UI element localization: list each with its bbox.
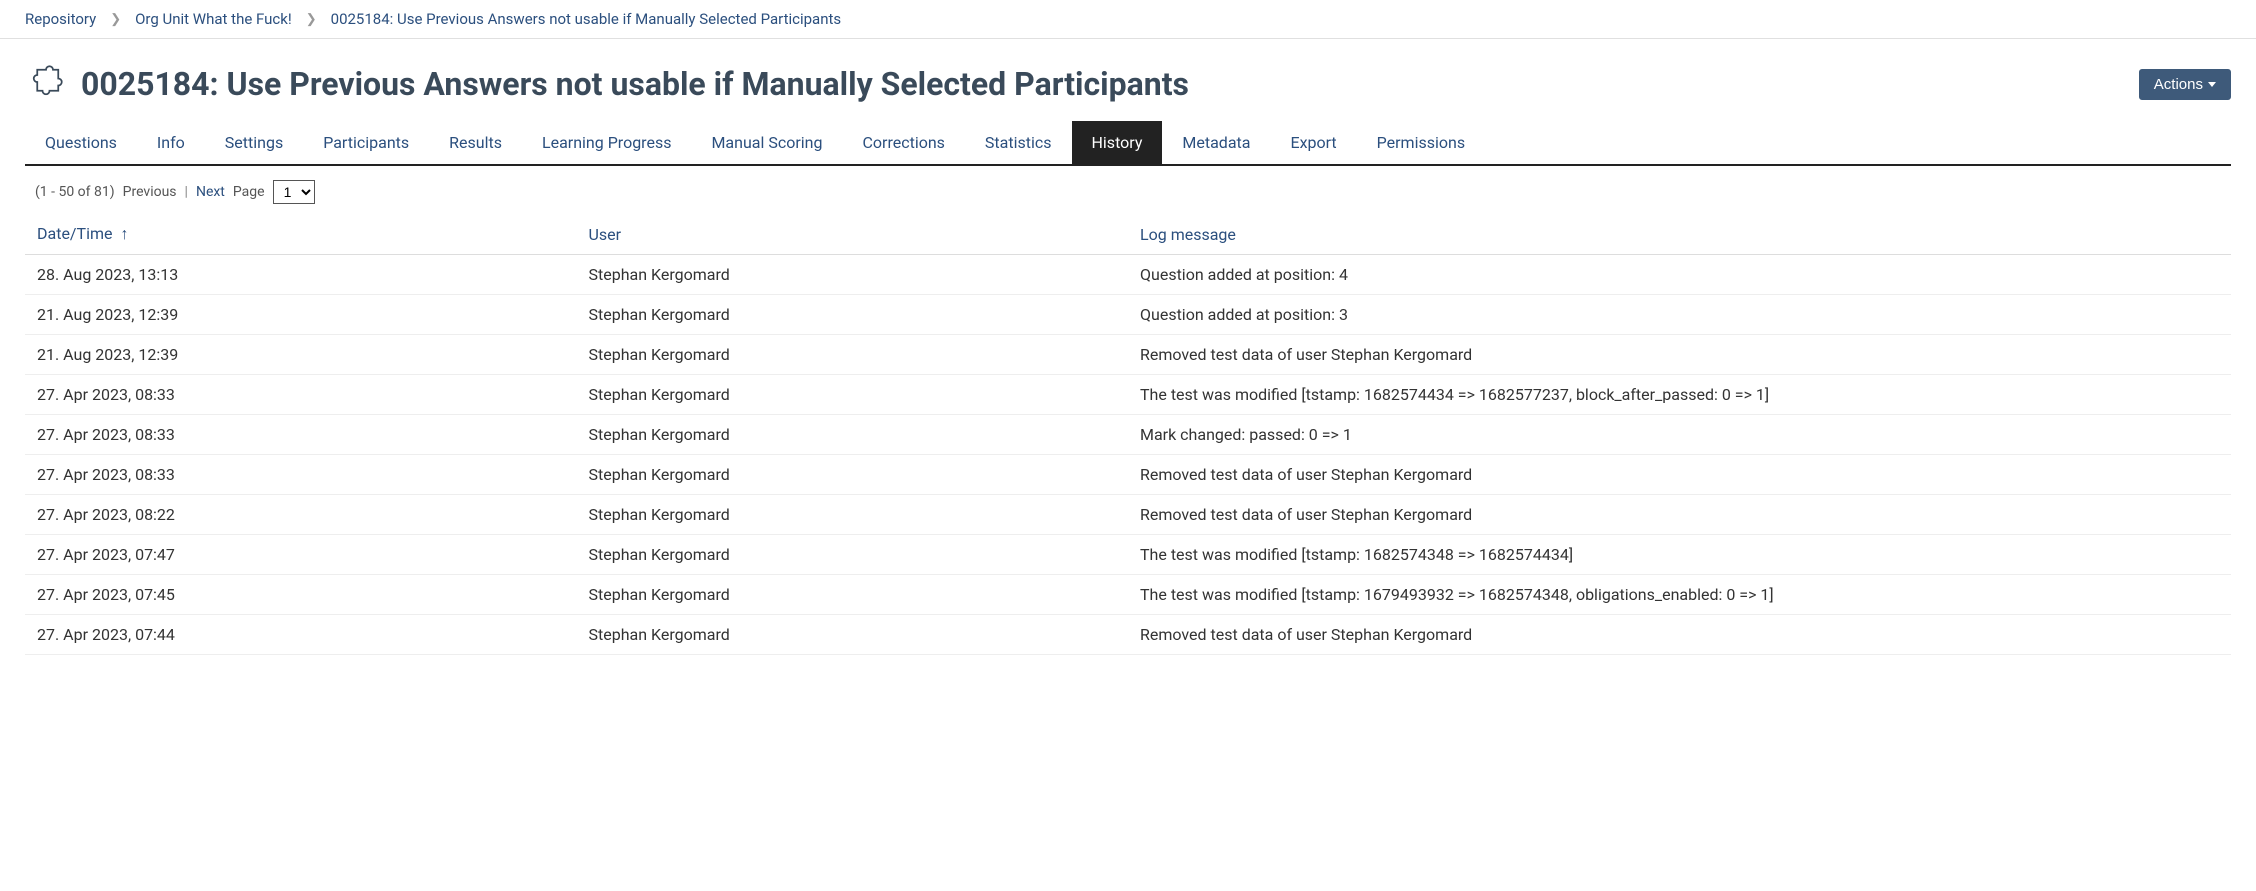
cell-user: Stephan Kergomard <box>577 535 1129 575</box>
tab-questions[interactable]: Questions <box>25 121 137 164</box>
cell-log: The test was modified [tstamp: 167949393… <box>1128 575 2231 615</box>
page-header: 0025184: Use Previous Answers not usable… <box>25 39 2231 121</box>
tab-settings[interactable]: Settings <box>205 121 303 164</box>
cell-datetime: 27. Apr 2023, 07:45 <box>25 575 577 615</box>
table-row: 27. Apr 2023, 07:45Stephan KergomardThe … <box>25 575 2231 615</box>
cell-user: Stephan Kergomard <box>577 295 1129 335</box>
table-row: 27. Apr 2023, 07:44Stephan KergomardRemo… <box>25 615 2231 655</box>
cell-datetime: 27. Apr 2023, 08:33 <box>25 415 577 455</box>
cell-log: Removed test data of user Stephan Kergom… <box>1128 455 2231 495</box>
sort-ascending-icon: ↑ <box>120 224 128 243</box>
cell-datetime: 21. Aug 2023, 12:39 <box>25 295 577 335</box>
cell-user: Stephan Kergomard <box>577 615 1129 655</box>
cell-log: The test was modified [tstamp: 168257434… <box>1128 535 2231 575</box>
test-object-icon <box>25 61 67 107</box>
table-row: 21. Aug 2023, 12:39Stephan KergomardQues… <box>25 295 2231 335</box>
tab-statistics[interactable]: Statistics <box>965 121 1072 164</box>
pagination-range: (1 - 50 of 81) <box>35 184 115 200</box>
cell-datetime: 27. Apr 2023, 08:22 <box>25 495 577 535</box>
cell-datetime: 28. Aug 2023, 13:13 <box>25 255 577 295</box>
cell-log: Removed test data of user Stephan Kergom… <box>1128 335 2231 375</box>
table-row: 27. Apr 2023, 08:33Stephan KergomardThe … <box>25 375 2231 415</box>
pagination-page-label: Page <box>233 184 265 200</box>
tab-permissions[interactable]: Permissions <box>1357 121 1485 164</box>
cell-user: Stephan Kergomard <box>577 335 1129 375</box>
cell-log: Removed test data of user Stephan Kergom… <box>1128 495 2231 535</box>
breadcrumb-item-orgunit[interactable]: Org Unit What the Fuck! <box>135 10 292 28</box>
history-table: Date/Time ↑ User Log message 28. Aug 202… <box>25 214 2231 655</box>
breadcrumb-item-repository[interactable]: Repository <box>25 10 96 28</box>
tab-results[interactable]: Results <box>429 121 522 164</box>
tab-bar: QuestionsInfoSettingsParticipantsResults… <box>25 121 2231 166</box>
pagination-previous[interactable]: Previous <box>123 184 177 200</box>
tab-export[interactable]: Export <box>1270 121 1356 164</box>
table-row: 27. Apr 2023, 08:33Stephan KergomardRemo… <box>25 455 2231 495</box>
table-row: 28. Aug 2023, 13:13Stephan KergomardQues… <box>25 255 2231 295</box>
actions-label: Actions <box>2154 76 2203 93</box>
column-header-log[interactable]: Log message <box>1128 214 2231 255</box>
page-title: 0025184: Use Previous Answers not usable… <box>81 65 2125 103</box>
cell-user: Stephan Kergomard <box>577 575 1129 615</box>
breadcrumb-item-current[interactable]: 0025184: Use Previous Answers not usable… <box>331 10 842 28</box>
tab-info[interactable]: Info <box>137 121 205 164</box>
pagination-next[interactable]: Next <box>196 184 225 200</box>
tab-participants[interactable]: Participants <box>303 121 429 164</box>
cell-datetime: 27. Apr 2023, 07:47 <box>25 535 577 575</box>
cell-log: Question added at position: 4 <box>1128 255 2231 295</box>
pagination-bar: (1 - 50 of 81) Previous | Next Page 1 <box>25 166 2231 214</box>
tab-metadata[interactable]: Metadata <box>1162 121 1270 164</box>
cell-datetime: 27. Apr 2023, 07:44 <box>25 615 577 655</box>
breadcrumb: Repository ❯ Org Unit What the Fuck! ❯ 0… <box>0 0 2256 39</box>
tab-manual-scoring[interactable]: Manual Scoring <box>691 121 842 164</box>
pagination-page-select[interactable]: 1 <box>273 180 315 204</box>
cell-user: Stephan Kergomard <box>577 415 1129 455</box>
column-header-datetime-label: Date/Time <box>37 224 112 243</box>
cell-datetime: 21. Aug 2023, 12:39 <box>25 335 577 375</box>
column-header-user[interactable]: User <box>577 214 1129 255</box>
cell-log: Removed test data of user Stephan Kergom… <box>1128 615 2231 655</box>
pagination-separator: | <box>185 184 188 200</box>
actions-dropdown-button[interactable]: Actions <box>2139 69 2231 100</box>
cell-user: Stephan Kergomard <box>577 455 1129 495</box>
table-row: 27. Apr 2023, 07:47Stephan KergomardThe … <box>25 535 2231 575</box>
table-row: 21. Aug 2023, 12:39Stephan KergomardRemo… <box>25 335 2231 375</box>
table-row: 27. Apr 2023, 08:22Stephan KergomardRemo… <box>25 495 2231 535</box>
tab-corrections[interactable]: Corrections <box>842 121 964 164</box>
cell-user: Stephan Kergomard <box>577 495 1129 535</box>
tab-history[interactable]: History <box>1072 121 1163 164</box>
cell-user: Stephan Kergomard <box>577 255 1129 295</box>
tab-learning-progress[interactable]: Learning Progress <box>522 121 691 164</box>
chevron-down-icon <box>2208 82 2216 87</box>
cell-datetime: 27. Apr 2023, 08:33 <box>25 455 577 495</box>
cell-log: The test was modified [tstamp: 168257443… <box>1128 375 2231 415</box>
cell-log: Question added at position: 3 <box>1128 295 2231 335</box>
chevron-right-icon: ❯ <box>110 12 121 27</box>
cell-user: Stephan Kergomard <box>577 375 1129 415</box>
cell-log: Mark changed: passed: 0 => 1 <box>1128 415 2231 455</box>
cell-datetime: 27. Apr 2023, 08:33 <box>25 375 577 415</box>
column-header-datetime[interactable]: Date/Time ↑ <box>25 214 577 255</box>
chevron-right-icon: ❯ <box>306 12 317 27</box>
table-row: 27. Apr 2023, 08:33Stephan KergomardMark… <box>25 415 2231 455</box>
